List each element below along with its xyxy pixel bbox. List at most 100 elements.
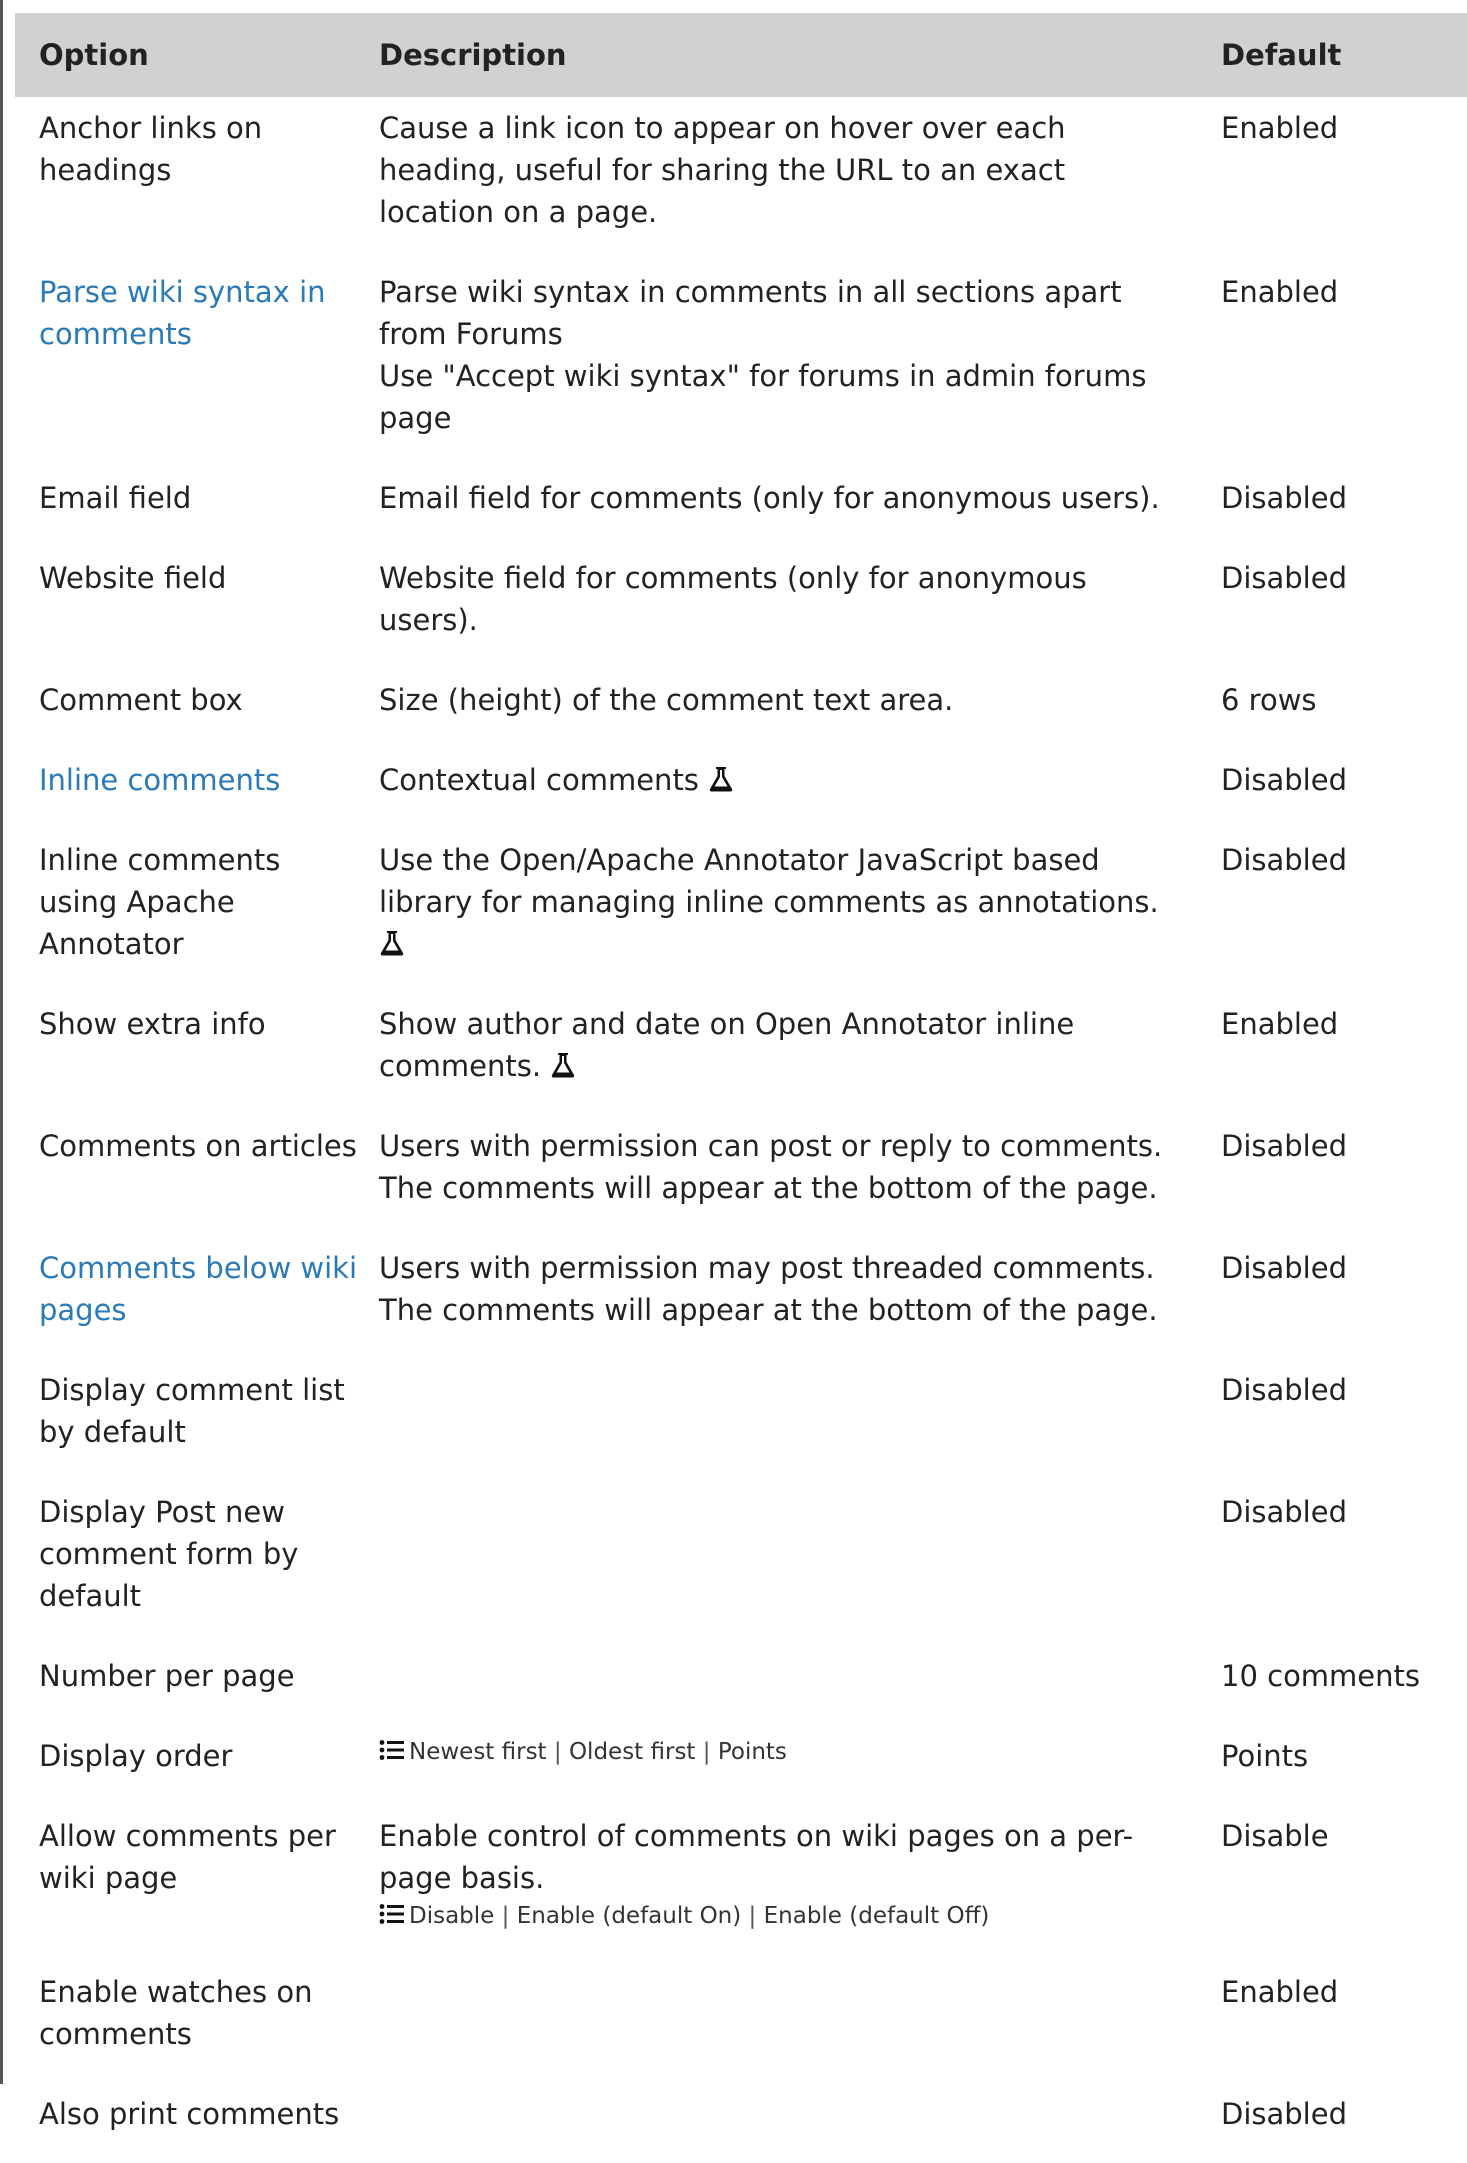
description-line: Enable control of comments on wiki pages… [379, 1815, 1179, 1899]
option-label: Display order [39, 1739, 233, 1773]
option-label: Show extra info [39, 1007, 266, 1041]
description-cell [369, 1961, 1203, 2083]
description-line: Parse wiki syntax in comments in all sec… [379, 271, 1179, 355]
option-label: Number per page [39, 1659, 295, 1693]
default-cell: Enabled [1221, 1007, 1339, 1041]
default-cell: Enabled [1221, 111, 1339, 145]
default-cell: Points [1221, 1739, 1309, 1773]
table-row-inline-comments-using-apache-annotator: Inline comments using Apache Annotator Us… [15, 829, 1467, 993]
option-label: Comment box [39, 683, 243, 717]
header-description: Description [369, 13, 1203, 97]
description-text: Users with permission can post or reply … [379, 1129, 1163, 1205]
option-label: Display Post new comment form by default [39, 1495, 299, 1613]
description-line: Users with permission can post or reply … [379, 1125, 1179, 1209]
table-row-show-extra-info: Show extra info Show author and date on O… [15, 993, 1467, 1115]
option-cell: Display order [15, 1725, 369, 1805]
default-cell: Disabled [1221, 2097, 1347, 2131]
description-text: Enable control of comments on wiki pages… [379, 1819, 1134, 1895]
default-cell: 6 rows [1221, 683, 1317, 717]
table-row-allow-comments-per-wiki-page: Allow comments per wiki page Enable contr… [15, 1805, 1467, 1961]
description-line: Show author and date on Open Annotator i… [379, 1003, 1179, 1087]
option-cell: Inline comments using Apache Annotator [15, 829, 369, 993]
description-cell [369, 1645, 1203, 1725]
header-row: Option Description Default [15, 13, 1467, 97]
option-link[interactable]: Comments below wiki pages [39, 1251, 357, 1327]
table-row-email-field: Email field Email field for comments (onl… [15, 467, 1467, 547]
table-row-display-comment-list-by-default: Display comment list by default Disabled [15, 1359, 1467, 1481]
option-cell: Enable watches on comments [15, 1961, 369, 2083]
table-header: Option Description Default [15, 13, 1467, 97]
description-text: Cause a link icon to appear on hover ove… [379, 111, 1066, 229]
option-cell: Allow comments per wiki page [15, 1805, 369, 1961]
separator: | [695, 1739, 718, 1765]
list-icon [379, 1901, 405, 1924]
table-body: Anchor links on headings Cause a link ico… [15, 97, 1467, 2163]
description-line: Cause a link icon to appear on hover ove… [379, 107, 1179, 233]
default-cell: Disabled [1221, 561, 1347, 595]
description-line: Size (height) of the comment text area. [379, 679, 1179, 721]
description-cell: Enable control of comments on wiki pages… [369, 1805, 1203, 1961]
description-cell [369, 1359, 1203, 1481]
separator: | [741, 1903, 764, 1929]
table-row-website-field: Website field Website field for comments … [15, 547, 1467, 669]
description-line: Website field for comments (only for ano… [379, 557, 1179, 641]
description-text: Size (height) of the comment text area. [379, 683, 954, 717]
description-cell [369, 2083, 1203, 2163]
option-label: Website field [39, 561, 227, 595]
option-cell: Inline comments [15, 749, 369, 829]
separator: | [546, 1739, 569, 1765]
option-cell: Display comment list by default [15, 1359, 369, 1481]
header-option: Option [15, 13, 369, 97]
option-cell: Website field [15, 547, 369, 669]
option-cell: Number per page [15, 1645, 369, 1725]
default-cell: 10 comments [1221, 1659, 1421, 1693]
table-row-comment-box: Comment box Size (height) of the comment … [15, 669, 1467, 749]
option-values-list: Newest first | Oldest first | Points [379, 1735, 1179, 1769]
default-cell: Disabled [1221, 481, 1347, 515]
option-link[interactable]: Inline comments [39, 763, 280, 797]
description-cell: Newest first | Oldest first | Points [369, 1725, 1203, 1805]
description-text: Website field for comments (only for ano… [379, 561, 1087, 637]
description-line: Users with permission may post threaded … [379, 1247, 1179, 1331]
separator: | [494, 1903, 517, 1929]
option-label: Enable watches on comments [39, 1975, 313, 2051]
description-cell: Cause a link icon to appear on hover ove… [369, 97, 1203, 261]
option-value: Disable [409, 1903, 495, 1929]
option-cell: Display Post new comment form by default [15, 1481, 369, 1645]
description-text: Show author and date on Open Annotator i… [379, 1007, 1075, 1083]
description-cell: Users with permission may post threaded … [369, 1237, 1203, 1359]
description-text: Contextual comments [379, 763, 699, 797]
table-row-parse-wiki-syntax-in-comments: Parse wiki syntax in comments Parse wiki … [15, 261, 1467, 467]
option-label: Also print comments [39, 2097, 340, 2131]
description-line: Use the Open/Apache Annotator JavaScript… [379, 839, 1179, 965]
option-label: Anchor links on headings [39, 111, 263, 187]
option-link[interactable]: Parse wiki syntax in comments [39, 275, 326, 351]
description-cell: Parse wiki syntax in comments in all sec… [369, 261, 1203, 467]
option-label: Comments on articles [39, 1129, 357, 1163]
default-cell: Disabled [1221, 1495, 1347, 1529]
option-cell: Also print comments [15, 2083, 369, 2163]
header-default: Default [1203, 13, 1467, 97]
table-row-anchor-links-on-headings: Anchor links on headings Cause a link ico… [15, 97, 1467, 261]
table-row-enable-watches-on-comments: Enable watches on comments Enabled [15, 1961, 1467, 2083]
option-cell: Comment box [15, 669, 369, 749]
option-value: Points [717, 1739, 787, 1765]
description-line: Contextual comments [379, 759, 1179, 801]
description-cell: Size (height) of the comment text area. [369, 669, 1203, 749]
option-cell: Comments below wiki pages [15, 1237, 369, 1359]
description-cell: Show author and date on Open Annotator i… [369, 993, 1203, 1115]
table-row-comments-on-articles: Comments on articles Users with permissio… [15, 1115, 1467, 1237]
description-line: Use "Accept wiki syntax" for forums in a… [379, 355, 1179, 439]
option-cell: Comments on articles [15, 1115, 369, 1237]
option-label: Allow comments per wiki page [39, 1819, 336, 1895]
option-value: Enable (default On) [516, 1903, 742, 1929]
flask-icon [708, 762, 734, 792]
preferences-table-container: Option Description Default Anchor links … [15, 13, 1467, 2163]
description-cell [369, 1481, 1203, 1645]
list-icon [379, 1737, 405, 1760]
description-text: Email field for comments (only for anony… [379, 481, 1160, 515]
default-cell: Enabled [1221, 275, 1339, 309]
option-value: Oldest first [568, 1739, 696, 1765]
left-border [0, 0, 3, 2084]
option-value: Newest first [409, 1739, 547, 1765]
